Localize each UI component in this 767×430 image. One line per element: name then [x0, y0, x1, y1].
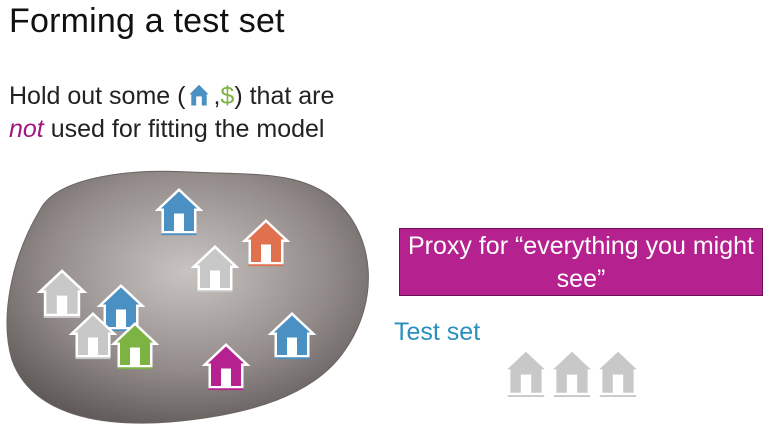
- house-icon: [190, 245, 240, 293]
- house-icon: [110, 322, 160, 370]
- slide-title: Forming a test set: [9, 2, 285, 40]
- house-icon: [186, 82, 213, 107]
- house-icon: [267, 312, 317, 360]
- body-line-2: not used for fitting the model: [9, 113, 334, 146]
- house-icon: [154, 188, 204, 236]
- line1-suffix: ) that are: [234, 82, 335, 110]
- slide-body: Hold out some (,$) that are not used for…: [9, 80, 334, 146]
- line2-rest: used for fitting the model: [43, 115, 325, 143]
- house-icon: [201, 343, 251, 391]
- house-icon: [241, 219, 291, 267]
- house-icon: [592, 348, 644, 398]
- test-set-label: Test set: [394, 318, 481, 346]
- proxy-callout: Proxy for “everything you might see”: [399, 228, 763, 296]
- house-icon: [546, 348, 598, 398]
- dollar-sign: $: [220, 82, 235, 110]
- not-emphasis: not: [9, 115, 44, 143]
- line1-prefix: Hold out some (: [9, 82, 186, 110]
- body-line-1: Hold out some (,$) that are: [9, 80, 334, 113]
- house-icon: [500, 348, 552, 398]
